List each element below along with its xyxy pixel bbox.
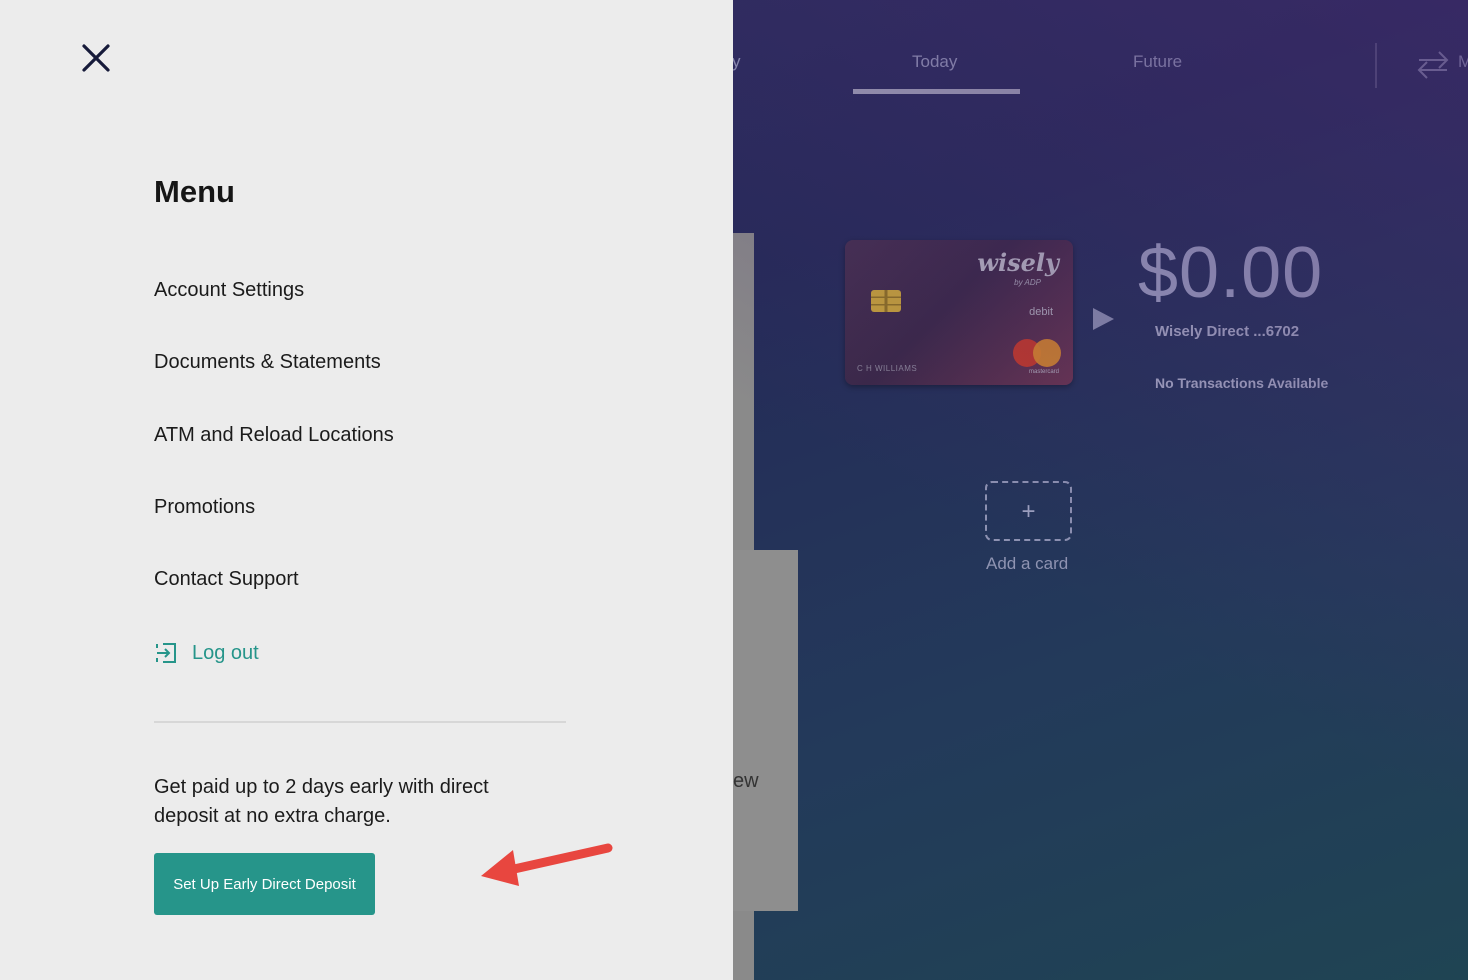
account-balance: $0.00 [1138,233,1324,313]
no-transactions-text: No Transactions Available [1155,375,1329,391]
card-brand: wisely [977,248,1059,277]
tab-separator [1375,43,1377,88]
red-arrow-icon [481,843,613,886]
obscured-panel-text: ew [733,770,759,792]
card-holder-name: C H WILLIAMS [857,364,918,373]
active-tab-indicator [853,89,1020,94]
logout-label: Log out [192,641,259,664]
logout-link[interactable]: Log out [154,641,259,665]
transfer-arrows-icon[interactable] [1413,48,1453,82]
menu-item-documents-statements[interactable]: Documents & Statements [154,351,381,374]
menu-divider [154,721,566,723]
menu-item-promotions[interactable]: Promotions [154,496,255,519]
add-card-label[interactable]: Add a card [986,554,1068,574]
menu-drawer: Menu Account Settings Documents & Statem… [0,0,733,980]
add-card-button[interactable]: + [985,481,1072,541]
menu-item-atm-reload-locations[interactable]: ATM and Reload Locations [154,424,394,447]
card-network: mastercard [1028,369,1059,375]
close-icon[interactable] [80,42,112,74]
debit-card[interactable]: wisely by ADP debit C H WILLIAMS masterc… [845,240,1073,385]
card-type: debit [1029,306,1053,318]
menu-title: Menu [154,174,235,209]
account-label: Wisely Direct ...6702 [1155,323,1300,340]
play-icon[interactable] [1093,308,1114,330]
menu-item-contact-support[interactable]: Contact Support [154,568,299,591]
direct-deposit-promo-text: Get paid up to 2 days early with direct … [154,776,489,827]
mastercard-logo-icon-right [1033,339,1061,367]
tab-more[interactable]: M [1458,52,1468,72]
logout-icon [156,643,176,663]
obscured-panel-lower [733,550,798,911]
card-chip-icon [871,290,901,312]
tab-today[interactable]: Today [912,52,957,72]
card-brand-sub: by ADP [1014,278,1041,287]
tab-past[interactable]: y [732,52,741,72]
tab-future[interactable]: Future [1133,52,1182,72]
setup-direct-deposit-button[interactable]: Set Up Early Direct Deposit [154,853,375,915]
menu-item-account-settings[interactable]: Account Settings [154,279,304,302]
